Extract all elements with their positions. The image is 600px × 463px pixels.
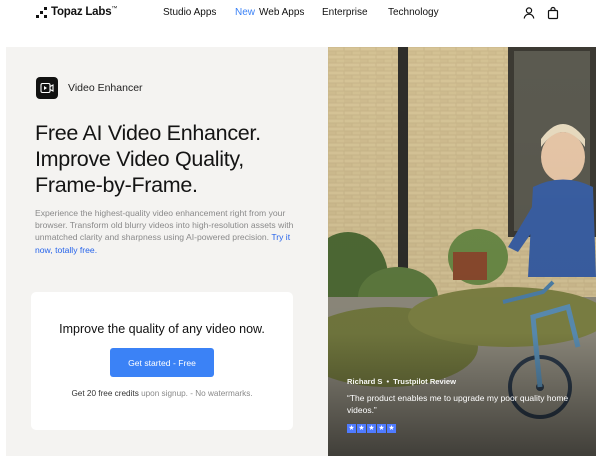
trustpilot-review: Richard S • Trustpilot Review “The produ… xyxy=(347,377,577,433)
headline-line-3: Frame-by-Frame. xyxy=(35,173,198,197)
nav-link-web-apps-label: Web Apps xyxy=(259,7,305,18)
top-nav: Topaz Labs™ Studio Apps New Web Apps Ente… xyxy=(0,0,600,26)
star-icon: ★ xyxy=(377,424,386,433)
product-badge: Video Enhancer xyxy=(36,77,143,99)
star-icon: ★ xyxy=(387,424,396,433)
hero-photo: Richard S • Trustpilot Review “The produ… xyxy=(328,47,596,456)
nav-link-enterprise[interactable]: Enterprise xyxy=(322,7,368,18)
nav-link-studio-apps[interactable]: Studio Apps xyxy=(163,7,216,18)
nav-icon-group xyxy=(522,6,560,20)
user-icon[interactable] xyxy=(522,6,536,20)
review-meta: Richard S • Trustpilot Review xyxy=(347,377,577,386)
nav-link-technology[interactable]: Technology xyxy=(388,7,439,18)
shopping-bag-icon[interactable] xyxy=(546,6,560,20)
headline-line-2: Improve Video Quality, xyxy=(35,147,244,171)
cta-card: Improve the quality of any video now. Ge… xyxy=(31,292,293,430)
star-rating: ★ ★ ★ ★ ★ xyxy=(347,424,577,433)
review-quote: “The product enables me to upgrade my po… xyxy=(347,393,569,415)
headline-line-1: Free AI Video Enhancer. xyxy=(35,121,261,145)
review-separator: • xyxy=(386,377,390,386)
get-started-button[interactable]: Get started - Free xyxy=(110,348,214,377)
product-name: Video Enhancer xyxy=(68,82,143,94)
hero-left-panel: Video Enhancer Free AI Video Enhancer. I… xyxy=(6,47,328,456)
star-icon: ★ xyxy=(367,424,376,433)
page-title: Free AI Video Enhancer. Improve Video Qu… xyxy=(35,120,325,198)
star-icon: ★ xyxy=(357,424,366,433)
nav-link-web-apps[interactable]: New Web Apps xyxy=(235,7,304,18)
cta-note: Get 20 free credits upon signup. - No wa… xyxy=(31,389,293,398)
no-watermarks-text: upon signup. - No watermarks. xyxy=(138,389,253,398)
hero-description: Experience the highest-quality video enh… xyxy=(35,207,305,256)
video-enhancer-icon xyxy=(36,77,58,99)
cta-title: Improve the quality of any video now. xyxy=(59,322,265,336)
nav-links: Studio Apps New Web Apps Enterprise Techn… xyxy=(0,7,600,21)
star-icon: ★ xyxy=(347,424,356,433)
new-badge: New xyxy=(235,7,256,18)
description-text: Experience the highest-quality video enh… xyxy=(35,208,294,243)
free-credits-text: Get 20 free credits xyxy=(71,389,139,398)
review-author: Richard S xyxy=(347,377,383,386)
review-source: Trustpilot Review xyxy=(393,377,456,386)
